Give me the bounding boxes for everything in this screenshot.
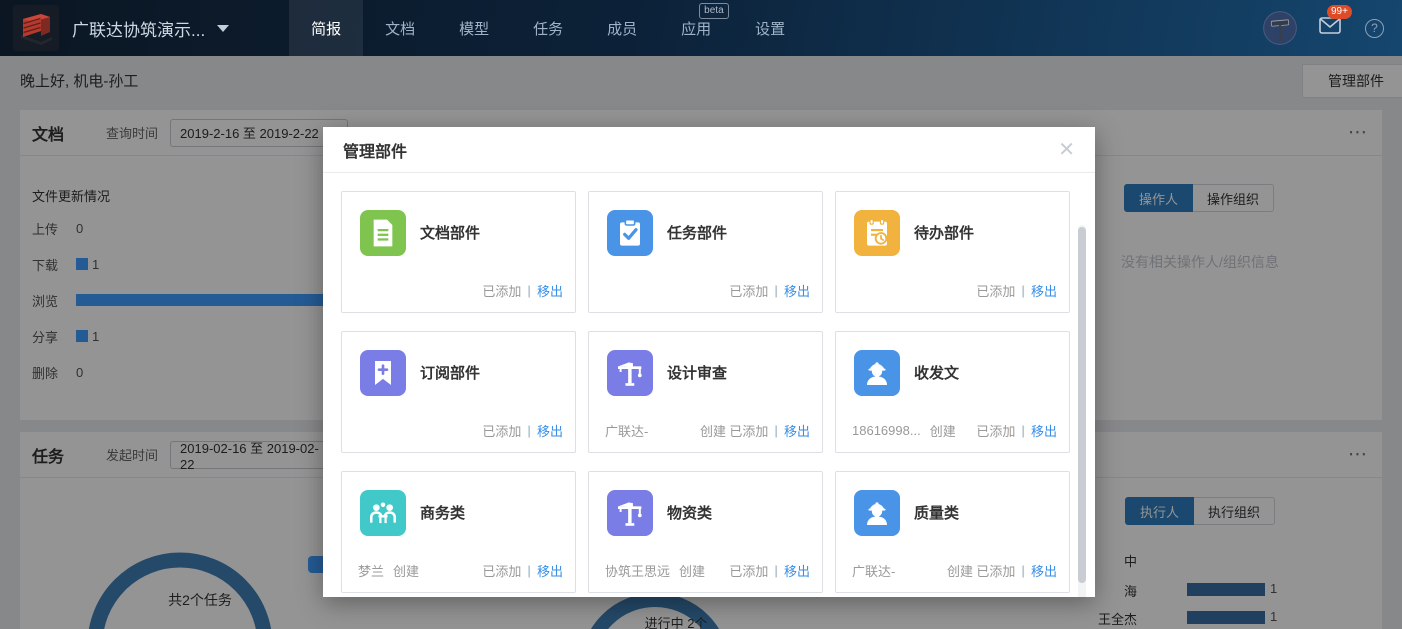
tab-apps[interactable]: 应用 beta: [659, 0, 733, 56]
card-status: 已添加: [729, 281, 768, 300]
tab-briefing[interactable]: 简报: [289, 0, 363, 56]
card-status: 已添加: [976, 281, 1015, 300]
clipboard-clock-icon: [854, 210, 900, 256]
component-card: 设计审查 广联达-创建 已添加 | 移出: [588, 331, 823, 453]
card-status: 已添加: [729, 561, 768, 580]
help-icon[interactable]: ?: [1365, 19, 1384, 38]
people-icon: [360, 490, 406, 536]
navbar: 广联达协筑演示... 简报 文档 模型 任务 成员 应用 beta 设置: [0, 0, 1402, 56]
remove-link[interactable]: 移出: [537, 421, 563, 440]
remove-link[interactable]: 移出: [537, 281, 563, 300]
navbar-right: 99+ ?: [1263, 11, 1384, 45]
remove-link[interactable]: 移出: [784, 561, 810, 580]
card-creator: 广联达-创建: [852, 561, 973, 580]
component-card: 文档部件 已添加 | 移出: [341, 191, 576, 313]
remove-link[interactable]: 移出: [784, 421, 810, 440]
component-card: 订阅部件 已添加 | 移出: [341, 331, 576, 453]
tab-documents[interactable]: 文档: [363, 0, 437, 56]
card-status: 已添加: [976, 561, 1015, 580]
mail-icon: [1319, 17, 1341, 34]
modal-body: 文档部件 已添加 | 移出 任务部件 已添加 | 移出: [323, 173, 1095, 597]
card-creator: 协筑王思远创建: [605, 561, 705, 580]
card-status: 已添加: [482, 281, 521, 300]
close-icon[interactable]: ✕: [1058, 140, 1075, 160]
card-status: 已添加: [482, 561, 521, 580]
component-card: 任务部件 已添加 | 移出: [588, 191, 823, 313]
manage-components-modal: 管理部件 ✕ 文档部件 已添加 | 移出 任务部件: [323, 127, 1095, 597]
page: 广联达协筑演示... 简报 文档 模型 任务 成员 应用 beta 设置: [0, 0, 1402, 629]
beta-badge: beta: [699, 3, 728, 19]
messages-button[interactable]: 99+: [1319, 17, 1341, 39]
crane-icon: [607, 350, 653, 396]
component-card: 待办部件 已添加 | 移出: [835, 191, 1070, 313]
bookmark-plus-icon: [360, 350, 406, 396]
card-creator: 广联达-创建: [605, 421, 726, 440]
scrollbar-thumb[interactable]: [1078, 227, 1086, 583]
component-card: 质量类 广联达-创建 已添加 | 移出: [835, 471, 1070, 593]
worker-icon: [854, 490, 900, 536]
project-switcher[interactable]: 广联达协筑演示...: [72, 16, 229, 41]
remove-link[interactable]: 移出: [1031, 561, 1057, 580]
nav-tabs: 简报 文档 模型 任务 成员 应用 beta 设置: [289, 0, 807, 56]
message-count-badge: 99+: [1327, 5, 1352, 19]
tab-models[interactable]: 模型: [437, 0, 511, 56]
remove-link[interactable]: 移出: [1031, 421, 1057, 440]
remove-link[interactable]: 移出: [784, 281, 810, 300]
component-card: 商务类 梦兰创建 已添加 | 移出: [341, 471, 576, 593]
component-card: 收发文 18616998...创建 已添加 | 移出: [835, 331, 1070, 453]
clipboard-check-icon: [607, 210, 653, 256]
modal-title: 管理部件: [343, 138, 407, 162]
crane-icon: [607, 490, 653, 536]
remove-link[interactable]: 移出: [537, 561, 563, 580]
avatar[interactable]: [1263, 11, 1297, 45]
card-status: 已添加: [482, 421, 521, 440]
worker-icon: [854, 350, 900, 396]
modal-scrollbar: [1078, 225, 1086, 597]
card-creator: 18616998...创建: [852, 421, 956, 440]
tab-members[interactable]: 成员: [585, 0, 659, 56]
app-logo-icon[interactable]: [13, 5, 59, 51]
card-status: 已添加: [976, 421, 1015, 440]
card-creator: 梦兰创建: [358, 561, 419, 580]
chevron-down-icon: [217, 25, 229, 32]
component-card: 物资类 协筑王思远创建 已添加 | 移出: [588, 471, 823, 593]
modal-header: 管理部件 ✕: [323, 127, 1095, 173]
document-icon: [360, 210, 406, 256]
tab-settings[interactable]: 设置: [733, 0, 807, 56]
card-status: 已添加: [729, 421, 768, 440]
component-cards-grid: 文档部件 已添加 | 移出 任务部件 已添加 | 移出: [341, 191, 1077, 593]
project-title: 广联达协筑演示...: [72, 16, 205, 41]
tab-tasks[interactable]: 任务: [511, 0, 585, 56]
remove-link[interactable]: 移出: [1031, 281, 1057, 300]
